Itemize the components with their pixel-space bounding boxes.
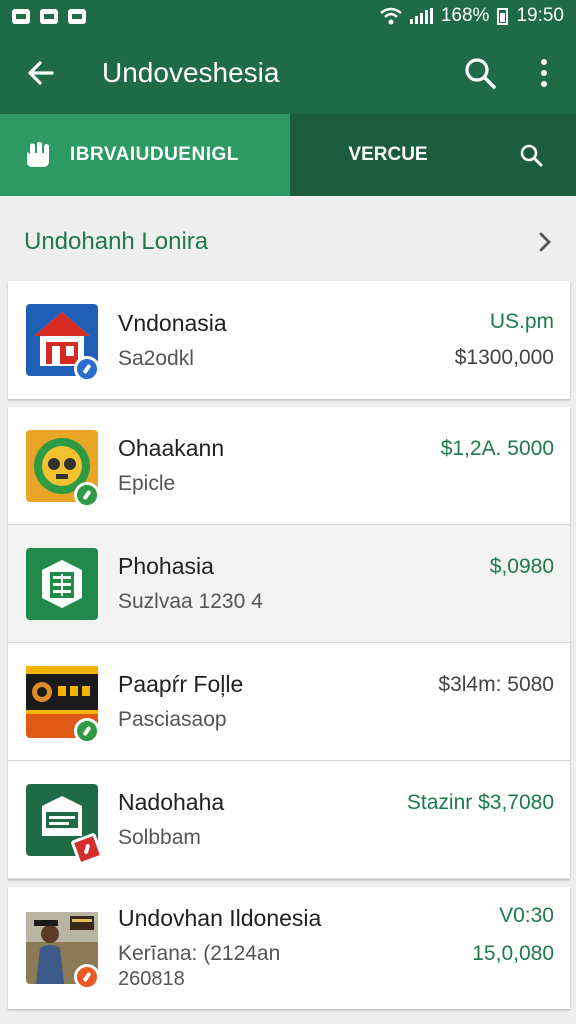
item-name: Vndonasia xyxy=(118,309,227,336)
item-value-secondary: $1300,000 xyxy=(454,346,554,369)
battery-icon xyxy=(497,7,509,25)
wifi-icon xyxy=(380,7,402,25)
list-item[interactable]: Nadohaha Solbbam Stazinr $3,7080 xyxy=(8,761,570,879)
tab-label: IBRVAIUDUENIGL xyxy=(70,144,239,165)
list-item[interactable]: Paapŕr Foļle Pasciasaop $3l4m: 5080 xyxy=(8,643,570,761)
item-subtitle-secondary: 260818 xyxy=(118,968,185,990)
section-title: Undohanh Lonira xyxy=(24,228,209,255)
list-item[interactable]: Vndonasia Sa2odkl US.pm $1300,000 xyxy=(8,281,570,399)
item-value: V0:30 xyxy=(499,904,554,927)
item-name: Phohasia xyxy=(118,553,214,579)
item-name: Paapŕr Foļle xyxy=(118,671,244,697)
card-app-icon xyxy=(26,783,104,866)
tab-primary[interactable]: IBRVAIUDUENIGL xyxy=(0,114,290,196)
signal-icon xyxy=(409,8,433,24)
search-icon xyxy=(465,58,496,89)
page-title: Undoveshesia xyxy=(102,57,280,88)
list-item[interactable]: Undovhan Ildonesia Kerīana: (2124an 2608… xyxy=(8,887,570,1009)
clock: 19:50 xyxy=(516,5,564,26)
notification-icon xyxy=(40,8,58,24)
section-header[interactable]: Undohanh Lonira xyxy=(0,206,576,278)
app-list: Vndonasia Sa2odkl US.pm $1300,000 Ohaaka… xyxy=(8,281,570,1009)
item-value-secondary: 15,0,080 xyxy=(472,942,554,965)
notification-icon xyxy=(12,8,30,24)
status-bar: 168% 19:50 xyxy=(0,0,576,32)
tab-search-button[interactable] xyxy=(486,114,576,196)
dashboard-app-icon xyxy=(26,665,100,744)
house-app-icon xyxy=(26,304,100,382)
notification-icon xyxy=(68,8,86,24)
item-value: $,0980 xyxy=(489,554,554,578)
badge-icon xyxy=(74,356,100,382)
battery-percent: 168% xyxy=(440,5,490,26)
back-button[interactable] xyxy=(0,32,80,114)
search-icon xyxy=(520,144,543,167)
tab-bar: IBRVAIUDUENIGL VERCUE xyxy=(0,114,576,196)
badge-icon xyxy=(74,964,100,990)
more-vert-icon xyxy=(541,59,547,87)
document-app-icon xyxy=(26,547,98,620)
chevron-right-icon xyxy=(539,232,551,252)
app-bar: Undoveshesia xyxy=(0,32,576,114)
badge-icon xyxy=(74,481,100,508)
item-value: $1,2A. 5000 xyxy=(440,436,554,460)
photo-app-icon xyxy=(26,912,100,990)
item-subtitle: Pasciasaop xyxy=(118,708,227,731)
badge-icon xyxy=(74,717,100,744)
item-subtitle: Kerīana: (2124an xyxy=(118,942,281,965)
item-name: Ohaakann xyxy=(118,435,225,461)
list-item[interactable]: Phohasia Suzlvaa 1230 4 $,0980 xyxy=(8,525,570,643)
search-button[interactable] xyxy=(448,32,512,114)
more-options-button[interactable] xyxy=(512,32,576,114)
item-subtitle: Sa2odkl xyxy=(118,346,194,370)
item-value: US.pm xyxy=(489,310,554,333)
item-subtitle: Suzlvaa 1230 4 xyxy=(118,590,263,613)
back-arrow-icon xyxy=(28,61,54,85)
list-item[interactable]: Ohaakann Epicle $1,2A. 5000 xyxy=(8,407,570,525)
hand-icon xyxy=(27,142,49,167)
gear-app-icon xyxy=(26,429,100,508)
item-subtitle: Epicle xyxy=(118,472,176,495)
item-subtitle: Solbbam xyxy=(118,826,201,849)
tab-secondary[interactable]: VERCUE xyxy=(290,114,486,196)
item-name: Nadohaha xyxy=(118,789,225,815)
item-value: $3l4m: 5080 xyxy=(438,672,554,696)
item-name: Undovhan Ildonesia xyxy=(118,905,322,931)
item-value: Stazinr $3,7080 xyxy=(406,790,554,814)
